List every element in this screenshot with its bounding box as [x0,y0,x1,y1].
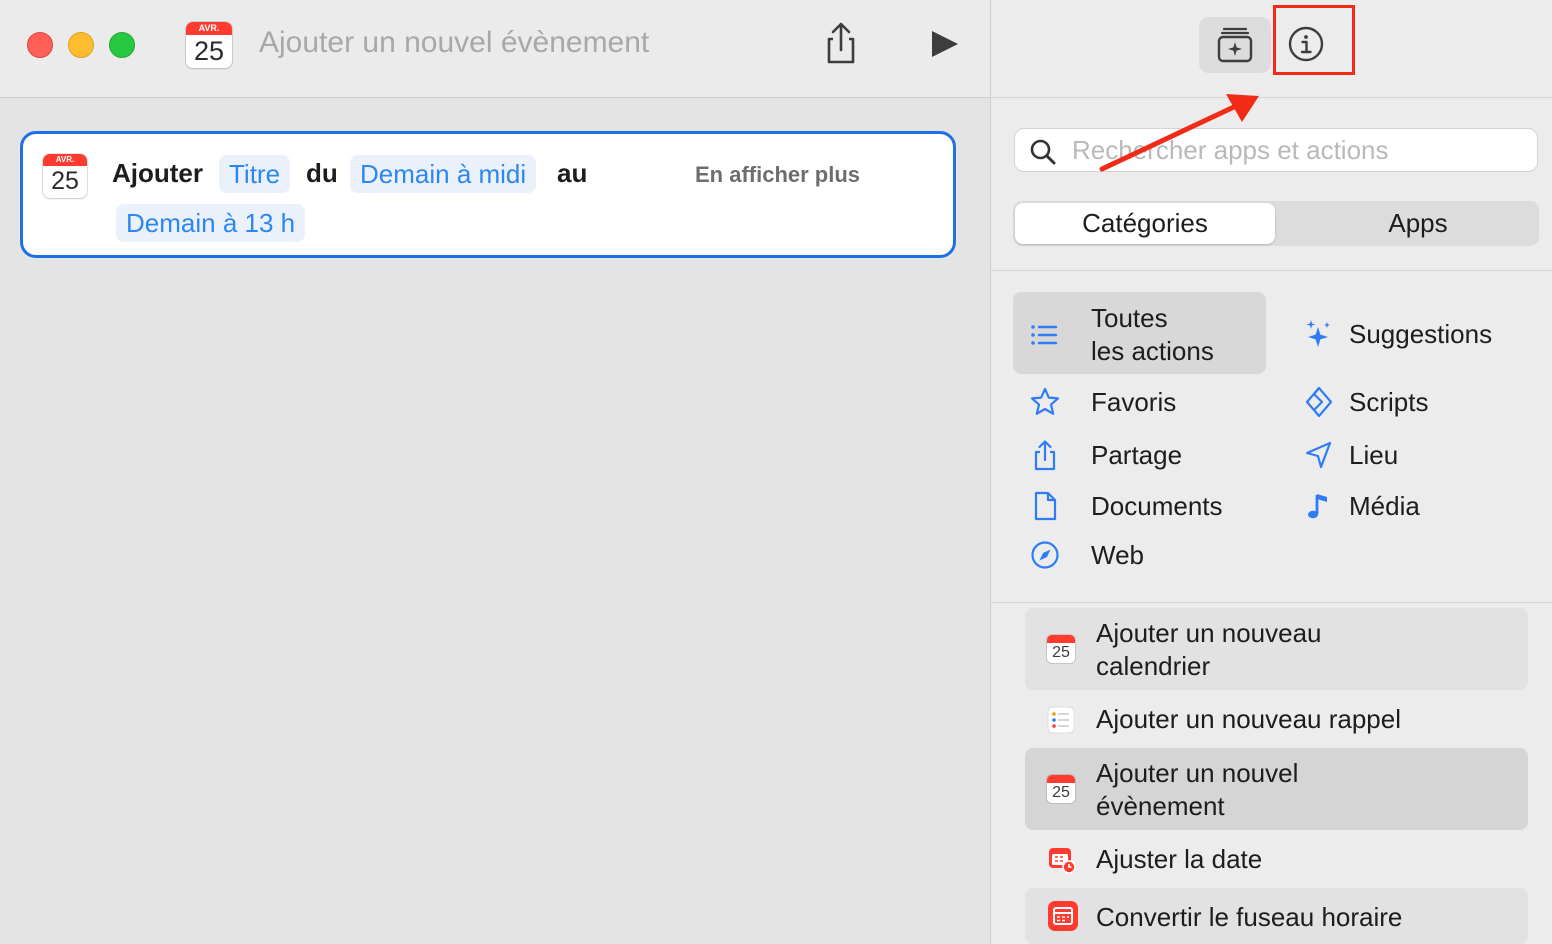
action-label: Ajouter un nouveau [1096,618,1322,648]
action-label: évènement [1096,791,1225,821]
location-icon [1305,441,1332,469]
action-add-event[interactable]: 25 Ajouter un nouvel évènement [1025,748,1528,830]
close-window-button[interactable] [27,32,53,58]
calendar-day: 25 [193,36,225,66]
category-label: Partage [1091,440,1183,470]
compass-icon [1031,541,1059,569]
action-convert-timezone[interactable]: Convertir le fuseau horaire [1025,888,1528,944]
category-documents[interactable]: Documents [1029,490,1249,523]
category-label: Média [1349,491,1420,521]
share-icon [827,22,855,64]
calendar-day: 25 [51,167,79,195]
sparkles-icon [1306,320,1330,347]
start-date-parameter[interactable]: Demain à midi [350,155,537,193]
calendar-icon: 25 [1047,775,1075,803]
library-add-icon [1217,27,1253,63]
category-media[interactable]: Média [1303,490,1503,523]
minimize-window-button[interactable] [68,32,94,58]
category-label: Documents [1091,491,1223,521]
divider [991,270,1552,271]
action-label: calendrier [1096,651,1211,681]
action-label: Ajouter un nouveau rappel [1096,704,1402,734]
action-library-sidebar: Catégories Apps Toutes les actions Favor… [990,0,1552,944]
action-adjust-date[interactable]: Ajuster la date [1025,838,1528,882]
divider [991,602,1552,603]
action-library-button[interactable] [1199,17,1271,73]
zoom-window-button[interactable] [109,32,135,58]
category-label: Suggestions [1349,319,1493,349]
calendar-icon: AVR. 25 [43,154,87,198]
music-note-icon [1308,494,1327,519]
search-input[interactable] [1070,129,1530,171]
category-favorites[interactable]: Favoris [1029,386,1229,419]
action-label: Convertir le fuseau horaire [1096,902,1403,932]
shortcut-title[interactable]: Ajouter un nouvel évènement [259,26,649,60]
share-icon [1034,440,1056,471]
calendar-month: AVR. [43,154,87,166]
search-icon [1030,139,1056,165]
adjust-date-icon [1049,848,1076,874]
run-button[interactable] [922,24,966,64]
category-all-actions-item[interactable]: Toutes les actions [1029,303,1259,383]
list-icon [1031,325,1058,345]
library-segmented-control: Catégories Apps [1013,201,1539,246]
category-sharing[interactable]: Partage [1029,439,1229,472]
timezone-icon [1048,901,1078,931]
calendar-day: 25 [1052,644,1070,661]
category-scripts[interactable]: Scripts [1303,386,1503,419]
category-label: Favoris [1091,387,1177,417]
category-location[interactable]: Lieu [1303,439,1503,472]
action-label: Ajouter un nouvel [1096,758,1299,788]
from-word: du [306,158,338,188]
action-add-calendar[interactable]: 25 Ajouter un nouveau calendrier [1025,608,1528,690]
category-label: les actions [1091,336,1214,366]
script-icon [1305,386,1333,418]
action-add-reminder[interactable]: Ajouter un nouveau rappel [1025,698,1528,742]
action-verb: Ajouter [112,158,203,188]
sidebar-toolbar [991,0,1552,98]
show-more-button[interactable]: En afficher plus [695,162,860,188]
category-label: Scripts [1349,387,1429,417]
add-event-action-card[interactable]: AVR. 25 Ajouter Titre du Demain à midi a… [20,131,956,258]
calendar-month: AVR. [186,22,232,35]
category-suggestions[interactable]: Suggestions [1303,318,1533,351]
end-date-parameter[interactable]: Demain à 13 h [116,204,306,242]
title-parameter[interactable]: Titre [219,155,291,193]
star-icon [1030,387,1060,415]
highlight-box [1273,5,1355,75]
action-label: Ajuster la date [1096,844,1263,874]
category-label: Web [1091,540,1144,570]
category-label: Toutes [1091,303,1168,333]
play-icon [932,31,958,57]
document-icon [1034,491,1057,521]
shortcut-calendar-icon[interactable]: AVR. 25 [186,22,232,68]
category-web[interactable]: Web [1029,539,1229,572]
search-field[interactable] [1014,128,1538,172]
tab-categories[interactable]: Catégories [1015,203,1275,244]
share-button[interactable] [818,20,864,66]
to-word: au [557,158,588,188]
category-label: Lieu [1349,440,1399,470]
calendar-icon: 25 [1047,635,1075,663]
editor-titlebar: AVR. 25 Ajouter un nouvel évènement [0,0,990,98]
calendar-day: 25 [1052,784,1070,801]
reminders-icon [1047,706,1075,734]
tab-apps[interactable]: Apps [1299,203,1537,244]
